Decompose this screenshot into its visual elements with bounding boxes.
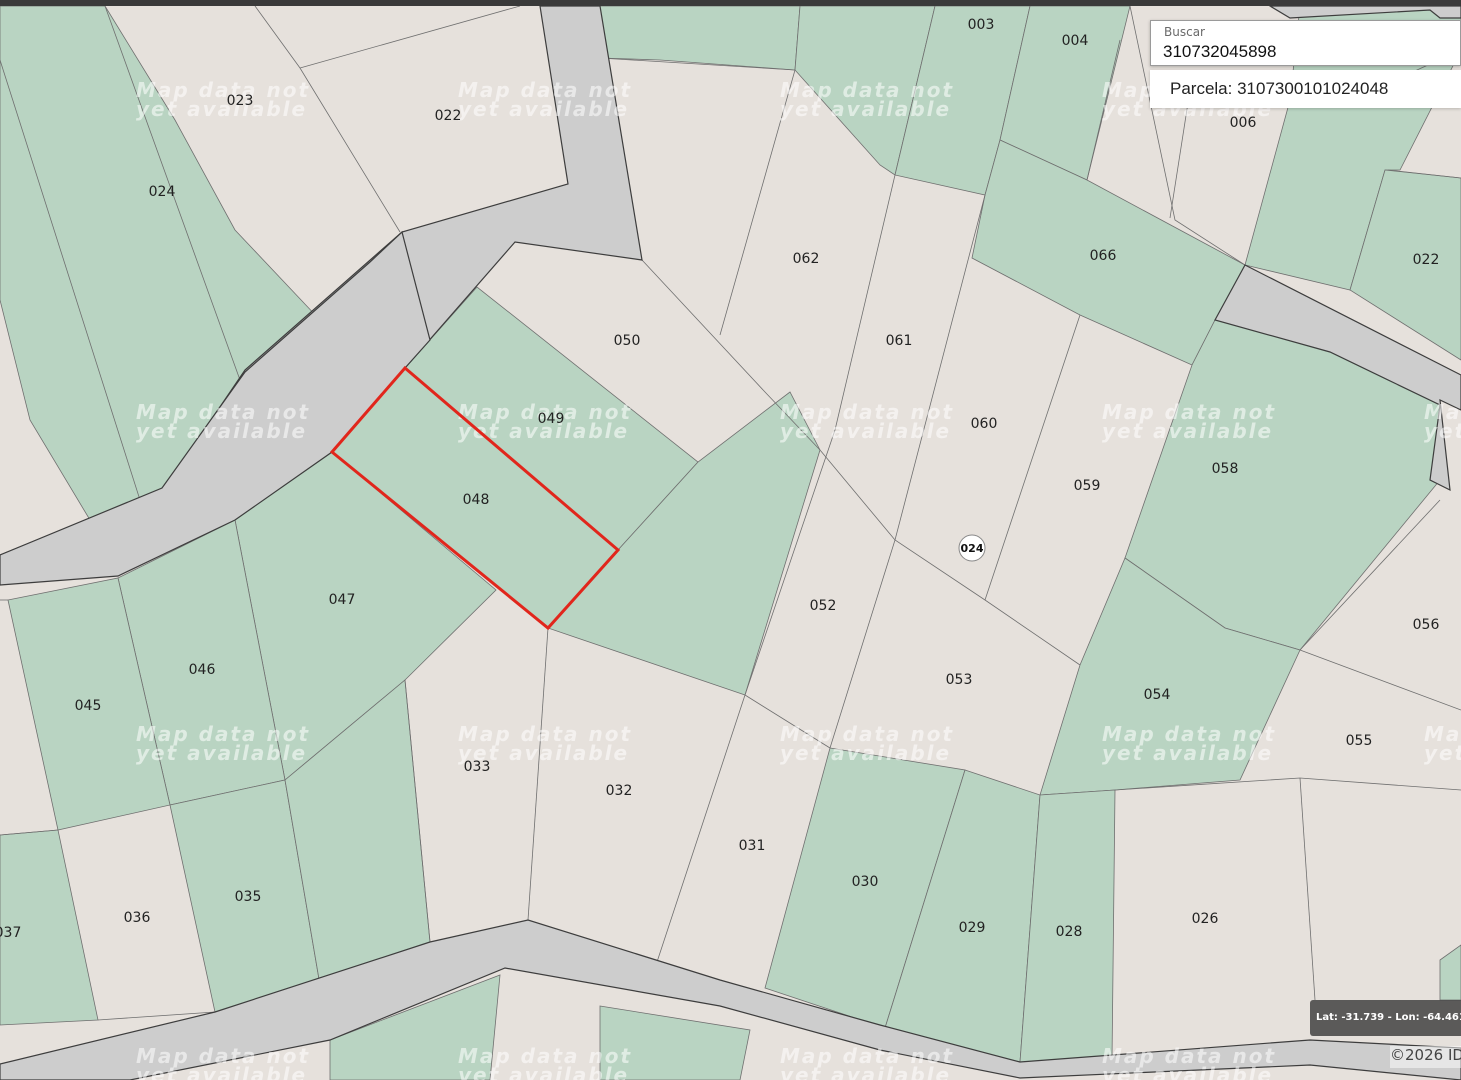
parcel-label: 022 xyxy=(435,108,462,124)
svg-text:yet available: yet available xyxy=(780,97,951,121)
parcel-label: 048 xyxy=(463,492,490,508)
parcel-label: 022 xyxy=(1413,252,1440,268)
parcel-label: 062 xyxy=(793,251,820,267)
svg-text:yet available: yet available xyxy=(458,1063,629,1080)
parcel-label: 024 xyxy=(149,184,176,200)
svg-text:yet available: yet available xyxy=(1102,419,1273,443)
search-result-item[interactable]: Parcela: 3107300101024048 xyxy=(1150,70,1461,108)
svg-text:yet available: yet available xyxy=(780,419,951,443)
parcel-label: 033 xyxy=(464,759,491,775)
svg-text:024: 024 xyxy=(961,542,984,555)
parcel-label: 036 xyxy=(124,910,151,926)
svg-text:yet available: yet available xyxy=(780,1063,951,1080)
parcel-label: 006 xyxy=(1230,115,1257,131)
parcel-label: 023 xyxy=(227,93,254,109)
parcel-label: 029 xyxy=(959,920,986,936)
block-marker[interactable]: 024 xyxy=(958,534,986,562)
parcel-label: 055 xyxy=(1346,733,1373,749)
parcel-label: 026 xyxy=(1192,911,1219,927)
coordinates-readout: Lat: -31.739 - Lon: -64.461 xyxy=(1310,1000,1461,1036)
parcel-label: 047 xyxy=(329,592,356,608)
parcel-label: 053 xyxy=(946,672,973,688)
svg-text:yet available: yet available xyxy=(136,1063,307,1080)
search-box: Buscar xyxy=(1150,20,1461,66)
parcel-label: 060 xyxy=(971,416,998,432)
parcel-label: 046 xyxy=(189,662,216,678)
svg-text:yet available: yet available xyxy=(136,97,307,121)
parcel-label: 066 xyxy=(1090,248,1117,264)
parcel-label: 058 xyxy=(1212,461,1239,477)
map-attribution: ©2026 IDE xyxy=(1390,1046,1461,1068)
parcel-label: 035 xyxy=(235,889,262,905)
parcel-label: 028 xyxy=(1056,924,1083,940)
parcel-label: 004 xyxy=(1062,33,1089,49)
parcel-label: 045 xyxy=(75,698,102,714)
cadastral-map[interactable]: Map data not yet available Map data not ye… xyxy=(0,6,1461,1080)
parcel-label: 030 xyxy=(852,874,879,890)
parcel-label: 059 xyxy=(1074,478,1101,494)
parcel-label: 049 xyxy=(538,411,565,427)
svg-text:yet available: yet available xyxy=(1102,1063,1273,1080)
parcel-label: 037 xyxy=(0,925,21,941)
parcel-label: 056 xyxy=(1413,617,1440,633)
parcel-label: 054 xyxy=(1144,687,1171,703)
parcel-label: 032 xyxy=(606,783,633,799)
svg-text:yet available: yet available xyxy=(1424,419,1461,443)
svg-text:yet available: yet available xyxy=(780,741,951,765)
svg-text:yet available: yet available xyxy=(136,419,307,443)
parcel-label: 061 xyxy=(886,333,913,349)
parcel-label: 031 xyxy=(739,838,766,854)
search-label: Buscar xyxy=(1164,25,1205,39)
svg-text:yet available: yet available xyxy=(1424,741,1461,765)
svg-text:yet available: yet available xyxy=(1102,741,1273,765)
svg-text:yet available: yet available xyxy=(458,97,629,121)
svg-text:yet available: yet available xyxy=(136,741,307,765)
parcel-label: 050 xyxy=(614,333,641,349)
parcel-label: 052 xyxy=(810,598,837,614)
search-input[interactable] xyxy=(1163,41,1453,63)
parcel-label: 003 xyxy=(968,17,995,33)
